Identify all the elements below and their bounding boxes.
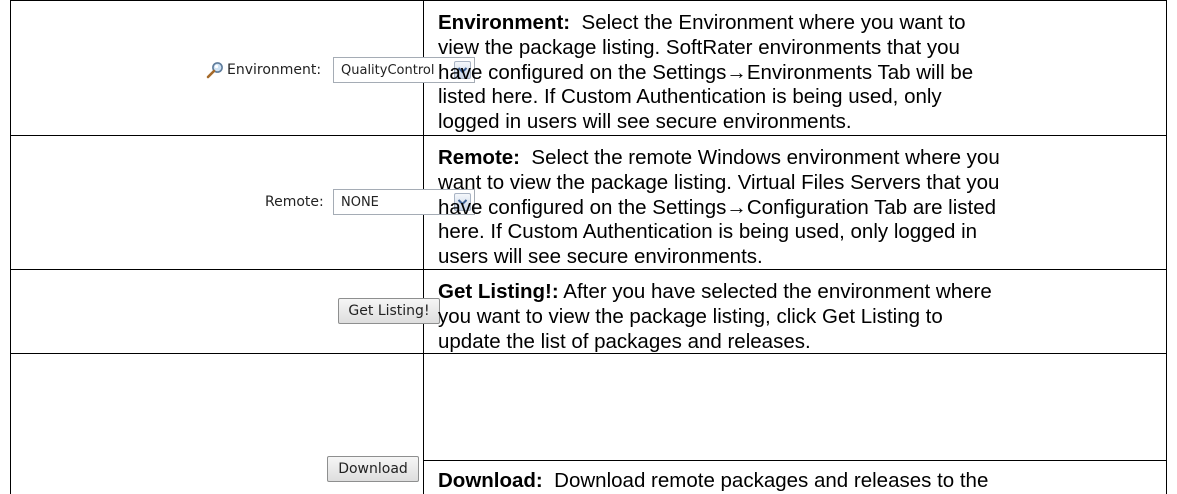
control-cell: Environment: QualityControl (11, 1, 475, 135)
description-term: Remote: (438, 146, 521, 169)
control-cell: Remote: NONE (11, 136, 475, 269)
documentation-table: Environment: QualityControl Environment:… (10, 0, 1167, 494)
download-description: Download: Download remote packages and r… (438, 469, 1158, 494)
description-term: Environment: (438, 11, 571, 34)
description-line: have configured on the Settings→Configur… (438, 195, 997, 219)
remote-select-value: NONE (341, 195, 379, 210)
control-cell: Download (11, 354, 424, 494)
table-row-environment: Environment: QualityControl Environment:… (10, 0, 1167, 136)
magnifier-icon (206, 61, 224, 79)
environment-label: Environment: (227, 62, 322, 78)
control-cell: Get Listing! (11, 270, 440, 353)
description-cell: Get Listing!: After you have selected th… (424, 270, 1166, 353)
description-line: After you have selected the environment … (563, 280, 992, 303)
description-line: logged in users will see secure environm… (438, 110, 852, 134)
description-line: want to view the package listing. Virtua… (438, 170, 1000, 194)
description-line: Download remote packages and releases to… (554, 469, 989, 492)
table-row-remote: Remote: NONE Remote: Select the remote W… (10, 136, 1167, 270)
download-button[interactable]: Download (327, 456, 419, 482)
description-line: you want to view the package listing, cl… (438, 304, 943, 328)
description-term: Download: (438, 469, 543, 492)
description-line: listed here. If Custom Authentication is… (438, 85, 942, 109)
environment-select-value: QualityControl (341, 63, 435, 78)
get-listing-description: Get Listing!: After you have selected th… (438, 280, 1158, 354)
table-row-get-listing: Get Listing! Get Listing!: After you hav… (10, 270, 1167, 354)
description-term: Get Listing!: (438, 280, 559, 303)
description-line: Select the Environment where you want to (581, 11, 966, 34)
remote-label: Remote: (265, 194, 324, 210)
description-line: Select the remote Windows environment wh… (531, 146, 1000, 169)
description-line: users will see secure environments. (438, 245, 763, 269)
description-cell: Remote: Select the remote Windows enviro… (424, 136, 1166, 269)
environment-description: Environment: Select the Environment wher… (438, 11, 1158, 135)
table-row-download: Download Download: Download remote packa… (10, 354, 1167, 494)
remote-description: Remote: Select the remote Windows enviro… (438, 146, 1158, 270)
description-line: view the package listing. SoftRater envi… (438, 35, 960, 59)
description-cell: Environment: Select the Environment wher… (424, 1, 1166, 135)
description-line: here. If Custom Authentication is being … (438, 220, 978, 244)
description-line: have configured on the Settings→Environm… (438, 60, 974, 84)
description-line: update the list of packages and releases… (438, 329, 811, 353)
description-cell: Download: Download remote packages and r… (424, 460, 1166, 494)
